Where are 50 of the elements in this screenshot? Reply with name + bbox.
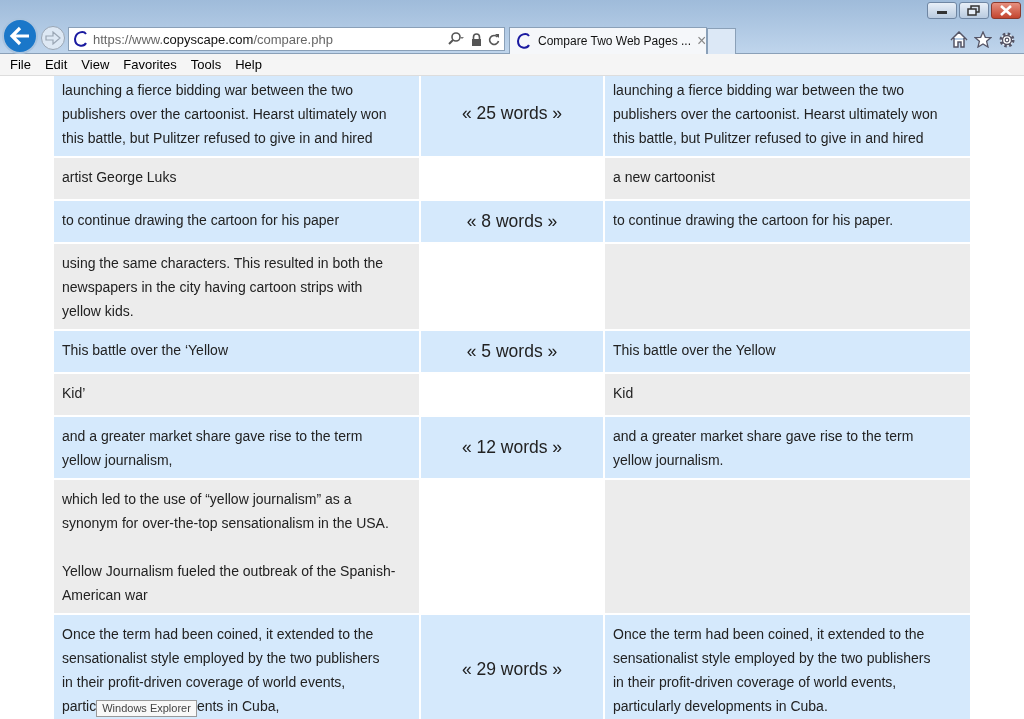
tab-title: Compare Two Web Pages ... (538, 34, 691, 48)
word-count: « 29 words » (461, 659, 563, 680)
menu-item[interactable]: File (10, 57, 31, 72)
site-logo-icon (516, 32, 532, 50)
arrow-left-icon (9, 26, 31, 46)
star-icon[interactable] (974, 31, 992, 48)
word-count: « 25 words » (461, 103, 563, 124)
home-icon[interactable] (950, 31, 968, 48)
word-count: « 5 words » (466, 341, 558, 362)
close-icon (999, 5, 1013, 16)
cell-text: and a greater market share gave rise to the term yellow journalism, (62, 427, 364, 470)
settings-icon[interactable] (998, 31, 1016, 49)
cell-text: to continue drawing the cartoon for his paper (62, 211, 341, 230)
lock-icon (471, 32, 482, 46)
cell-text: a new cartoonist (613, 168, 716, 187)
minimize-button[interactable] (927, 2, 957, 19)
cell-text: partic (62, 697, 97, 716)
url-text: https://www.copyscape.com/compare.php (93, 31, 334, 47)
cell-text: to continue drawing the cartoon for his paper. (613, 211, 895, 230)
menu-item[interactable]: View (81, 57, 110, 72)
cell-text: Kid’ (62, 384, 87, 403)
refresh-icon[interactable] (488, 32, 500, 46)
close-button[interactable] (991, 2, 1021, 19)
cell-text: which led to the use of “yellow journalism” as a synonym for over-the-top sensationalism in the USA. (62, 490, 390, 533)
cell-text: launching a fierce bidding war between the two publishers over the cartoonist. Hearst ultimately won this battle, but Pulitzer refused to give in and hired (613, 81, 939, 148)
menu-item[interactable]: Favorites (123, 57, 177, 72)
address-bar[interactable]: https://www.copyscape.com/compare.php (68, 27, 505, 51)
tooltip: Windows Explorer (96, 700, 197, 717)
browser-tab[interactable]: Compare Two Web Pages ... × (509, 27, 707, 54)
restore-button[interactable] (959, 2, 989, 19)
cell-text: launching a fierce bidding war between the two publishers over the cartoonist. Hearst ultimately won this battle, but Pulitzer refused to give in and hired (62, 81, 388, 148)
word-count: « 8 words » (466, 211, 558, 232)
cell-text: Yellow Journalism fueled the outbreak of the Spanish- American war (62, 562, 397, 605)
search-icon[interactable] (447, 32, 465, 46)
cell-text: artist George Luks (62, 168, 178, 187)
menu-item[interactable]: Tools (190, 57, 222, 72)
restore-icon (967, 4, 981, 17)
menu-item[interactable]: Edit (44, 57, 68, 72)
cell-text: Once the term had been coined, it extended to the sensationalist style employed by the two publishers in their profit-driven coverage of world events, particularly developments in Cuba. (613, 625, 932, 716)
site-logo-icon (73, 30, 89, 48)
word-count: « 12 words » (461, 437, 563, 458)
cell-text: and a greater market share gave rise to the term yellow journalism. (613, 427, 915, 470)
cell-text: ents in Cuba, (196, 697, 280, 716)
back-button[interactable] (2, 18, 38, 54)
menu-item[interactable]: Help (235, 57, 262, 72)
cell-text: using the same characters. This resulted in both the newspapers in the city having cartoon strips with yellow kids. (62, 254, 385, 321)
cell-text: This battle over the ‘Yellow (62, 341, 230, 360)
cell-text: Kid (613, 384, 635, 403)
cell-text: This battle over the Yellow (613, 341, 777, 360)
arrow-right-icon (45, 31, 61, 45)
